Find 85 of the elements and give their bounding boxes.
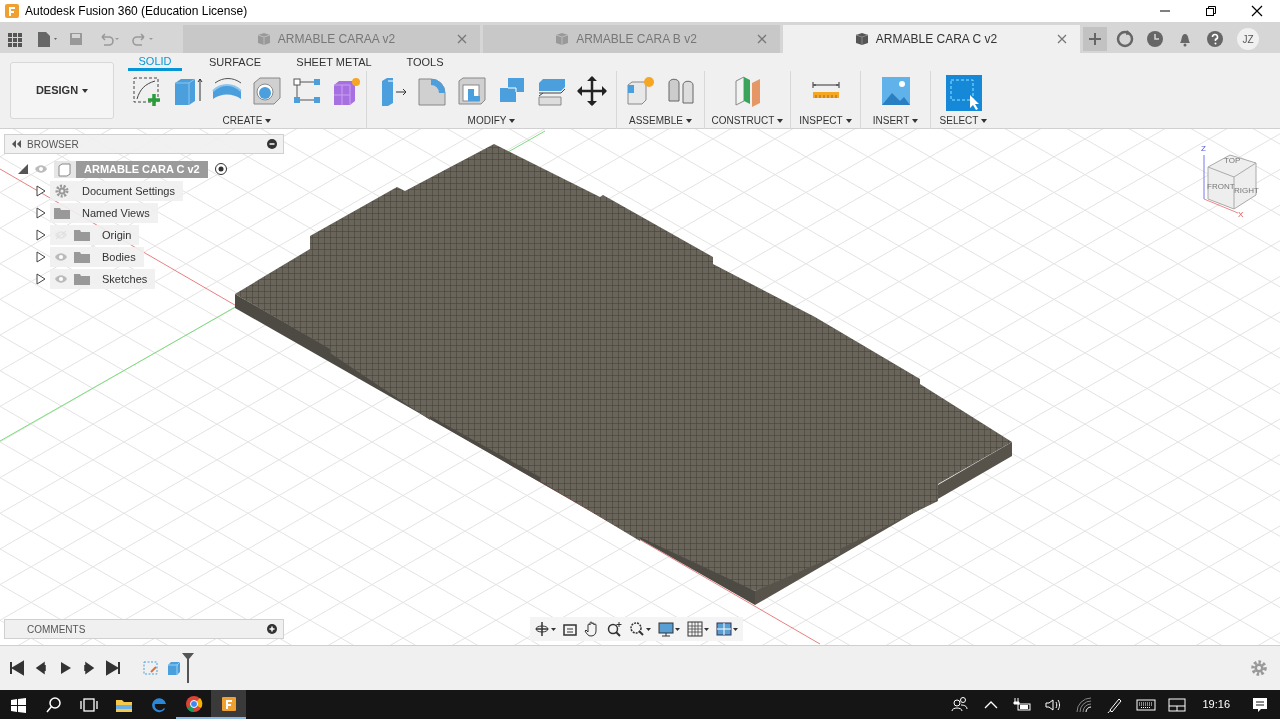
search-icon[interactable] [43, 694, 64, 715]
expand-triangle-icon[interactable] [36, 229, 46, 241]
minus-circle-icon[interactable] [267, 139, 277, 149]
browser-tree-item[interactable]: Origin [50, 225, 140, 245]
hole-block-icon[interactable] [251, 75, 283, 107]
collapse-triangle-icon[interactable] [18, 164, 28, 174]
close-icon[interactable] [1056, 33, 1068, 45]
document-tab[interactable]: ARMABLE CARA C v2 [783, 25, 1080, 53]
tool-group-dropdown[interactable]: MODIFY [467, 113, 516, 128]
panel-title: BROWSER [27, 137, 80, 152]
window-title: Autodesk Fusion 360 (Education License) [25, 3, 248, 20]
caret-icon [845, 118, 852, 123]
tool-group-dropdown[interactable]: ASSEMBLE [629, 113, 692, 128]
last-frame-icon[interactable] [104, 659, 122, 677]
caret-icon [82, 88, 89, 93]
expand-triangle-icon[interactable] [36, 185, 46, 197]
fillet-icon[interactable] [415, 75, 448, 107]
pan-hand-icon[interactable] [584, 620, 600, 638]
account-avatar[interactable]: JZ [1237, 28, 1259, 50]
close-icon[interactable] [456, 33, 468, 45]
orbit-icon[interactable] [534, 620, 556, 638]
panel-title: COMMENTS [27, 622, 87, 637]
new-tab-plus-icon[interactable] [1083, 27, 1107, 51]
caret-icon [777, 118, 784, 123]
zoom-icon[interactable] [606, 620, 622, 638]
caret-icon [685, 118, 692, 123]
move-arrows-icon[interactable] [575, 75, 608, 107]
browser-tree-item[interactable]: Document Settings [50, 181, 183, 201]
app-logo-icon [5, 4, 19, 18]
new-component-icon[interactable] [624, 75, 657, 107]
tab-label: ARMABLE CARA C v2 [875, 31, 998, 48]
tab-label: ARMABLE CARA B v2 [576, 31, 697, 48]
selection-icon[interactable] [945, 75, 982, 111]
browser-tree-item[interactable]: Bodies [50, 247, 144, 267]
tool-group-dropdown[interactable]: SELECT [939, 113, 988, 128]
gear-icon [54, 183, 70, 199]
expand-triangle-icon[interactable] [36, 207, 46, 219]
axis-label: X [1238, 211, 1244, 219]
browser-tree-item[interactable]: Sketches [50, 269, 156, 289]
tab-label: ARMABLE CARAA v2 [277, 31, 396, 48]
folder-icon [74, 229, 90, 241]
browser-circle-icon[interactable] [183, 693, 204, 714]
taskbar-clock[interactable]: 19:16 [1202, 696, 1230, 713]
tool-group-dropdown[interactable]: INSERT [872, 113, 919, 128]
caret-icon [912, 118, 919, 123]
cube-icon [554, 31, 571, 47]
plate-model-drawing[interactable] [235, 144, 1012, 605]
activate-radio-icon[interactable] [213, 162, 228, 176]
tool-group-dropdown[interactable]: CREATE [222, 113, 272, 128]
wifi-signal-icon[interactable] [1073, 694, 1094, 715]
timeline-marker-icon[interactable] [182, 653, 194, 683]
viewports-icon[interactable] [716, 620, 739, 638]
collapse-panel-icon[interactable] [11, 140, 21, 148]
axis-label: Z [1201, 145, 1206, 153]
tool-group-dropdown[interactable]: INSPECT [799, 113, 852, 128]
toolbar-tab[interactable]: SHEET METAL [288, 53, 380, 71]
browser-tree-item[interactable]: Named Views [50, 203, 158, 223]
add-comment-icon[interactable] [267, 624, 277, 634]
folder-icon [54, 207, 70, 219]
sketch-icon[interactable] [131, 75, 163, 107]
close-icon[interactable] [756, 33, 768, 45]
folder-icon [74, 251, 90, 263]
fit-zoom-icon[interactable] [628, 620, 652, 638]
view-cube-face-label: TOP [1224, 157, 1241, 165]
toolbar-tab[interactable]: TOOLS [380, 53, 470, 71]
caret-icon [265, 118, 272, 123]
cube-icon [255, 31, 272, 47]
image-icon[interactable] [879, 75, 912, 107]
view-cube-face-label: FRONT [1207, 183, 1235, 191]
shell-icon[interactable] [455, 75, 488, 107]
grid-icon[interactable] [687, 620, 710, 638]
component-box-icon [54, 160, 76, 178]
view-cube-face-label: RIGHT [1234, 187, 1259, 195]
folder-icon [74, 273, 90, 285]
caret-icon [509, 118, 516, 123]
workspace-dropdown[interactable]: DESIGN [10, 62, 114, 119]
expand-triangle-icon[interactable] [36, 251, 46, 263]
sparkle-box-icon[interactable] [331, 75, 363, 107]
tool-group-dropdown[interactable]: CONSTRUCT [711, 113, 784, 128]
first-frame-icon[interactable] [8, 659, 26, 677]
cube-icon [853, 31, 870, 47]
display-monitor-icon[interactable] [658, 620, 681, 638]
toolbar-tab[interactable]: SURFACE [182, 53, 288, 71]
caret-icon [981, 118, 988, 123]
expand-triangle-icon[interactable] [36, 273, 46, 285]
